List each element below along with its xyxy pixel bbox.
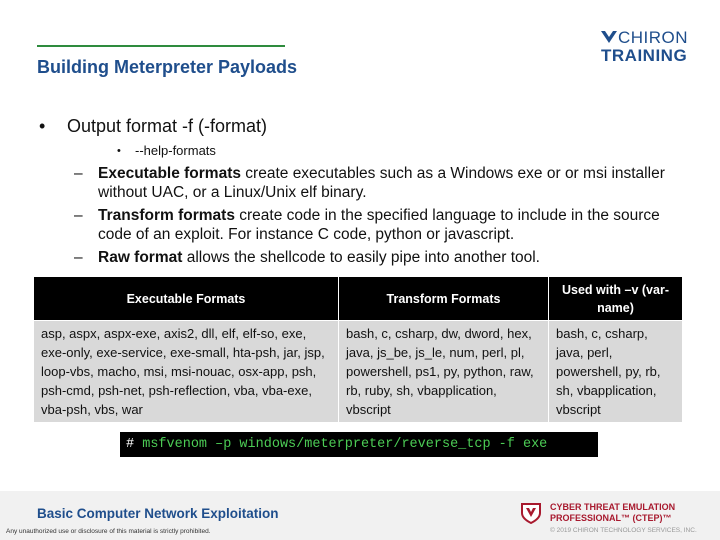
bullet-raw-format: – Raw format allows the shellcode to eas… (37, 248, 687, 267)
footer-disclaimer: Any unauthorized use or disclosure of th… (6, 528, 211, 535)
footer-copyright: © 2019 CHIRON TECHNOLOGY SERVICES, INC. (550, 527, 697, 534)
header-transform-formats: Transform Formats (338, 276, 549, 321)
header-used-with-v: Used with –v (var-name) (548, 276, 683, 321)
bullet-help-formats-text: --help-formats (135, 143, 216, 158)
bullet-dot: • (117, 145, 121, 157)
bullet-dash: – (74, 165, 83, 182)
command-line-example: # msfvenom –p windows/meterpreter/revers… (120, 432, 598, 457)
bullet-transform-formats: – Transform formats create code in the s… (37, 206, 687, 244)
executable-formats-term: Executable formats (98, 165, 241, 182)
page-title: Building Meterpreter Payloads (37, 57, 298, 77)
ctep-shield-icon (521, 503, 541, 524)
bullet-executable-formats: – Executable formats create executables … (37, 164, 687, 202)
bullet-dash: – (74, 249, 83, 266)
chiron-chevron-icon (601, 31, 617, 43)
footer-course-title: Basic Computer Network Exploitation (37, 506, 279, 521)
header-executable-formats: Executable Formats (33, 276, 339, 321)
formats-table: Executable Formats Transform Formats Use… (33, 276, 683, 423)
ctep-title-line2: PROFESSIONAL™ (CTEP)™ (550, 513, 672, 523)
title-underline (37, 45, 285, 47)
bullet-help-formats: • --help-formats (37, 142, 687, 160)
cell-used-with-v: bash, c, csharp, java, perl, powershell,… (548, 320, 683, 423)
chiron-training-logo: CHIRON TRAINING (600, 27, 700, 67)
bullet-output-format: • Output format -f (-format) (37, 114, 687, 138)
bullet-dot: • (39, 116, 46, 136)
bullet-list: • Output format -f (-format) • --help-fo… (37, 114, 687, 267)
table-row: asp, aspx, aspx-exe, axis2, dll, elf, el… (33, 320, 683, 423)
logo-word-chiron: CHIRON (618, 28, 689, 47)
cell-executable-formats: asp, aspx, aspx-exe, axis2, dll, elf, el… (33, 320, 339, 423)
command-prompt: # (126, 437, 135, 452)
table-header-row: Executable Formats Transform Formats Use… (33, 276, 683, 321)
command-text: msfvenom –p windows/meterpreter/reverse_… (142, 437, 548, 452)
bullet-dash: – (74, 207, 83, 224)
cell-transform-formats: bash, c, csharp, dw, dword, hex, java, j… (338, 320, 549, 423)
transform-formats-term: Transform formats (98, 207, 235, 224)
raw-format-term: Raw format (98, 249, 183, 266)
bullet-output-format-text: Output format -f (-format) (67, 116, 268, 136)
raw-format-desc: allows the shellcode to easily pipe into… (182, 249, 540, 266)
ctep-title-line1: CYBER THREAT EMULATION (550, 502, 676, 512)
logo-word-training: TRAINING (601, 46, 688, 65)
